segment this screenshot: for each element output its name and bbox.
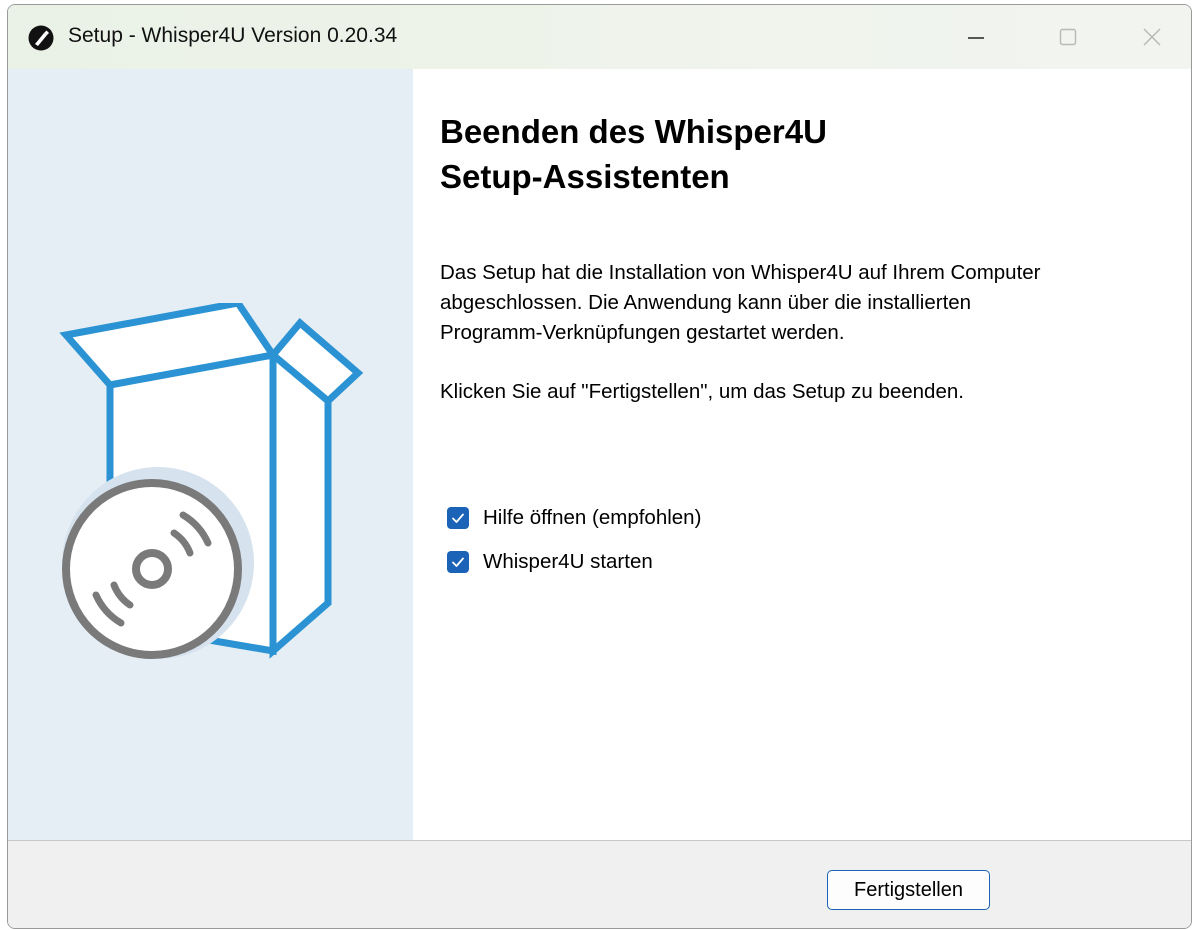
software-box-illustration — [59, 303, 364, 659]
completion-message-line-2: abgeschlossen. Die Anwendung kann über d… — [440, 291, 972, 314]
window-title: Setup - Whisper4U Version 0.20.34 — [68, 24, 398, 47]
setup-window: Setup - Whisper4U Version 0.20.34 Beende… — [7, 4, 1192, 929]
open-help-checkbox[interactable] — [447, 507, 469, 529]
launch-app-checkbox[interactable] — [447, 551, 469, 573]
open-help-label[interactable]: Hilfe öffnen (empfohlen) — [483, 506, 701, 530]
close-button[interactable] — [1106, 5, 1191, 69]
checkmark-icon — [452, 513, 464, 523]
whisper4u-app-icon — [28, 25, 54, 51]
launch-app-label[interactable]: Whisper4U starten — [483, 550, 653, 574]
checkmark-icon — [452, 557, 464, 567]
finish-button[interactable]: Fertigstellen — [827, 870, 990, 910]
page-title-line-1: Beenden des Whisper4U — [440, 113, 827, 150]
completion-message-line-3: Programm-Verknüpfungen gestartet werden. — [440, 321, 845, 344]
close-icon — [1143, 28, 1161, 46]
minimize-button[interactable] — [930, 5, 1022, 69]
page-title-line-2: Setup-Assistenten — [440, 158, 730, 195]
finish-instruction: Klicken Sie auf "Fertigstellen", um das … — [440, 380, 964, 403]
completion-message: Das Setup hat die Installation von Whisp… — [440, 258, 1180, 348]
maximize-icon — [1059, 28, 1077, 46]
wizard-content: Beenden des Whisper4U Setup-Assistenten … — [413, 69, 1191, 840]
open-help-option[interactable]: Hilfe öffnen (empfohlen) — [447, 506, 701, 530]
page-title: Beenden des Whisper4U Setup-Assistenten — [440, 109, 1160, 199]
launch-app-option[interactable]: Whisper4U starten — [447, 550, 653, 574]
minimize-icon — [968, 37, 984, 39]
wizard-sidebar — [8, 69, 413, 840]
title-bar[interactable]: Setup - Whisper4U Version 0.20.34 — [8, 5, 1191, 69]
wizard-footer: Fertigstellen — [8, 840, 1191, 928]
disc-icon — [62, 467, 254, 659]
completion-message-line-1: Das Setup hat die Installation von Whisp… — [440, 261, 1041, 284]
maximize-button[interactable] — [1022, 5, 1114, 69]
